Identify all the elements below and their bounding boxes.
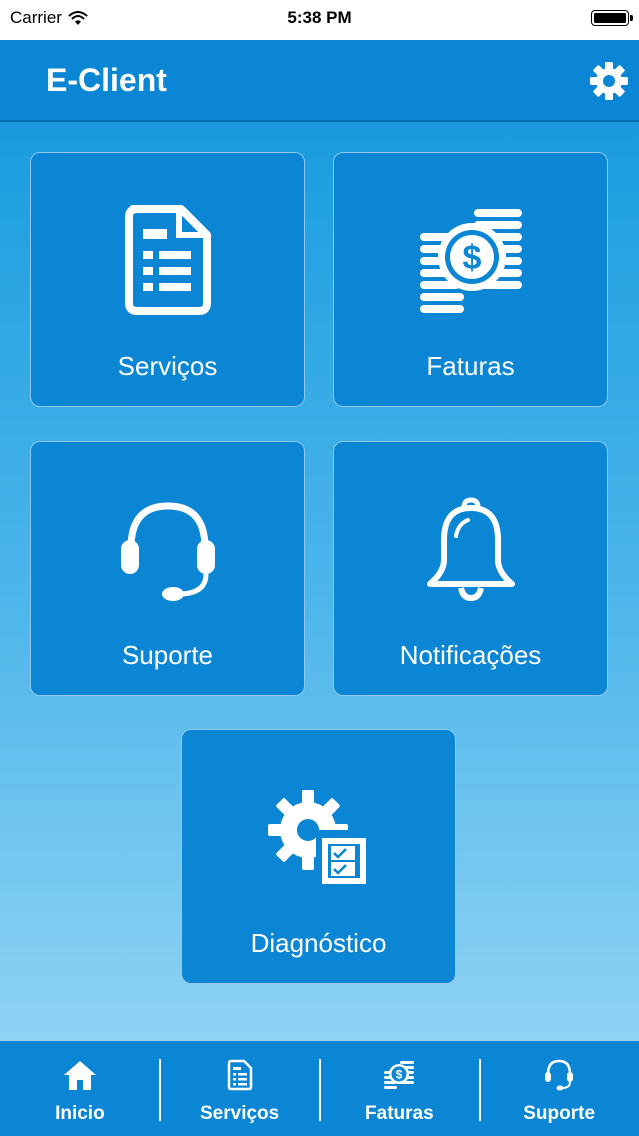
home-icon xyxy=(63,1061,96,1090)
tab-label: Inicio xyxy=(55,1103,105,1124)
tile-suporte[interactable]: Suporte xyxy=(30,441,305,696)
tile-label: Notificações xyxy=(399,640,542,670)
tile-faturas[interactable]: $ Faturas xyxy=(333,152,608,407)
tab-divider xyxy=(479,1059,481,1121)
tile-label: Diagnóstico xyxy=(250,928,387,958)
tab-label: Faturas xyxy=(365,1103,434,1124)
app-header: E-Client xyxy=(0,40,639,122)
gear-icon xyxy=(590,62,628,100)
tab-inicio[interactable]: Inicio xyxy=(0,1041,160,1136)
status-bar: Carrier 5:38 PM xyxy=(0,0,639,40)
tile-label: Faturas xyxy=(426,351,515,381)
tab-suporte[interactable]: Suporte xyxy=(479,1041,639,1136)
tile-notificacoes[interactable]: Notificações xyxy=(333,441,608,696)
document-list-icon xyxy=(124,205,211,315)
settings-button[interactable] xyxy=(587,59,631,103)
status-time: 5:38 PM xyxy=(287,8,352,27)
headset-icon xyxy=(545,1059,574,1091)
tab-bar: Inicio Serviços $ Faturas Suporte xyxy=(0,1041,639,1136)
coins-dollar-icon: $ xyxy=(384,1061,415,1089)
tab-label: Suporte xyxy=(523,1103,596,1124)
tile-label: Serviços xyxy=(117,351,218,381)
tab-label: Serviços xyxy=(200,1103,280,1124)
tab-faturas[interactable]: $ Faturas xyxy=(320,1041,480,1136)
tile-label: Suporte xyxy=(121,640,214,670)
app-title: E-Client xyxy=(46,62,167,98)
gear-checklist-icon xyxy=(267,790,370,888)
tile-diagnostico[interactable]: Diagnóstico xyxy=(181,729,456,984)
bell-icon xyxy=(426,497,515,602)
coins-dollar-icon: $ xyxy=(419,209,522,313)
tab-divider xyxy=(319,1059,321,1121)
document-list-icon xyxy=(227,1059,252,1091)
tile-servicos[interactable]: Serviços xyxy=(30,152,305,407)
svg-text:$: $ xyxy=(462,239,481,277)
tab-divider xyxy=(159,1059,161,1121)
headset-icon xyxy=(120,502,215,601)
battery-icon xyxy=(591,10,633,26)
tab-servicos[interactable]: Serviços xyxy=(160,1041,320,1136)
svg-text:$: $ xyxy=(396,1068,403,1082)
